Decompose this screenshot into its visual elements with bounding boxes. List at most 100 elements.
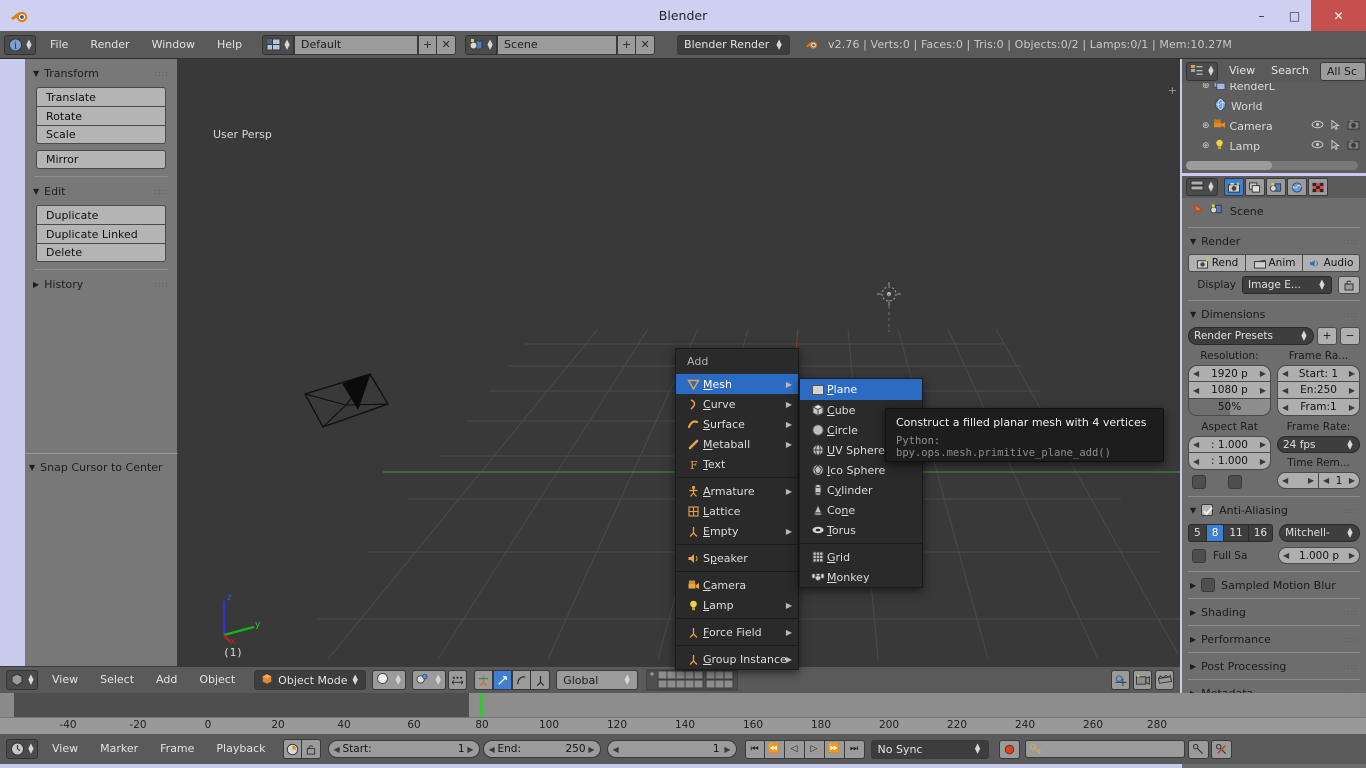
properties-panel[interactable]: Scene ▼ Render :::: Rend Anim Audio Disp… — [1182, 198, 1366, 768]
left-arrow-icon[interactable]: ◀ — [1282, 369, 1288, 378]
left-arrow-icon[interactable]: ◀ — [1323, 476, 1329, 485]
transform-orientation-dropdown[interactable]: Global ▲ ▼ — [556, 670, 639, 690]
resolution-y-field[interactable]: ◀ 1080 p ▶ — [1188, 382, 1271, 399]
translate-manipulator-button[interactable] — [474, 670, 494, 690]
current-frame-field[interactable]: ◀ 1 ▶ — [606, 740, 737, 758]
add-render-border-button[interactable] — [1133, 670, 1152, 690]
scene-dropdown[interactable]: Scene — [497, 34, 618, 55]
left-arrow-icon[interactable]: ◀ — [489, 745, 495, 754]
left-arrow-icon[interactable]: ◀ — [1283, 551, 1289, 560]
left-arrow-icon[interactable]: ◀ — [1193, 369, 1199, 378]
properties-editor-type-selector[interactable]: ▲ ▼ — [1186, 178, 1218, 196]
menu-window[interactable]: Window — [141, 35, 206, 55]
renderability-camera-icon[interactable] — [1347, 139, 1360, 154]
left-arrow-icon[interactable]: ◀ — [1282, 403, 1288, 412]
outliner-row-renderlayer[interactable]: ⊕ RenderL — [1182, 83, 1366, 96]
visibility-eye-icon[interactable] — [1311, 119, 1324, 134]
outliner-tree[interactable]: ⊕ RenderL World ⊕ Camera ⊕ Lamp — [1182, 83, 1366, 173]
tool-mirror-button[interactable]: Mirror — [36, 150, 166, 169]
add-menu-item-empty[interactable]: Empty ▶ — [676, 521, 798, 541]
panel-header-dimensions[interactable]: ▼ Dimensions :::: — [1182, 304, 1366, 324]
scene-icon-button[interactable]: ▲ ▼ — [465, 34, 498, 55]
render-presets-dropdown[interactable]: Render Presets ▲ ▼ — [1188, 327, 1314, 345]
panel-header-performance[interactable]: ▶ Performance :::: — [1182, 629, 1366, 649]
panel-header-snap-cursor[interactable]: ▼ Snap Cursor to Center — [25, 458, 177, 476]
mesh-item-ico-sphere[interactable]: Ico Sphere — [800, 460, 922, 480]
aa-samples-16[interactable]: 16 — [1248, 524, 1274, 542]
frame-step-field[interactable]: ◀ Fram:1 ▶ — [1277, 399, 1360, 416]
camera-object[interactable] — [295, 349, 425, 459]
add-menu-item-metaball[interactable]: Metaball ▶ — [676, 434, 798, 454]
lock-interface-button[interactable] — [1338, 276, 1360, 294]
tool-scale-button[interactable]: Scale — [36, 125, 166, 144]
tool-delete-button[interactable]: Delete — [36, 243, 166, 262]
timeline-editor-type-selector[interactable]: ▲ ▼ — [6, 739, 38, 759]
snap-toggle-button[interactable] — [1111, 670, 1130, 690]
menu-render[interactable]: Render — [79, 35, 140, 55]
insert-keyframe-button[interactable] — [1187, 739, 1209, 759]
add-menu[interactable]: Add Mesh ▶ Curve ▶ Surface ▶ Metaball ▶ … — [675, 348, 799, 670]
render-engine-dropdown[interactable]: Blender Render ▲ ▼ — [677, 34, 791, 55]
full-sample-checkbox[interactable] — [1192, 548, 1206, 563]
aspect-y-field[interactable]: ◀: 1.000 ▶ — [1188, 453, 1271, 470]
viewport-menu-object[interactable]: Object — [188, 670, 246, 690]
selectability-cursor-icon[interactable] — [1331, 139, 1340, 154]
screen-layout-dropdown[interactable]: Default — [294, 34, 419, 55]
left-arrow-icon[interactable]: ◀ — [1282, 476, 1288, 485]
add-preset-button[interactable]: + — [1317, 327, 1337, 345]
expand-icon[interactable]: ⊕ — [1202, 141, 1210, 151]
interaction-mode-dropdown[interactable]: Object Mode ▲ ▼ — [254, 670, 367, 690]
render-opengl-button[interactable] — [1155, 670, 1174, 690]
add-screen-layout-button[interactable]: + — [418, 34, 438, 55]
left-arrow-icon[interactable]: ◀ — [1193, 457, 1199, 466]
timeline-track[interactable] — [14, 693, 1360, 717]
mesh-item-cylinder[interactable]: Cylinder — [800, 480, 922, 500]
add-menu-item-curve[interactable]: Curve ▶ — [676, 394, 798, 414]
panel-header-render[interactable]: ▼ Render :::: — [1182, 231, 1366, 251]
panel-header-post-processing[interactable]: ▶ Post Processing :::: — [1182, 656, 1366, 676]
minimize-button[interactable]: – — [1245, 0, 1278, 31]
left-arrow-icon[interactable]: ◀ — [613, 745, 619, 754]
right-arrow-icon[interactable]: ▶ — [1349, 369, 1355, 378]
outliner-menu-search[interactable]: Search — [1263, 61, 1317, 81]
resolution-x-field[interactable]: ◀ 1920 p ▶ — [1188, 365, 1271, 382]
timeline-menu-marker[interactable]: Marker — [89, 739, 149, 759]
menu-file[interactable]: File — [39, 35, 79, 55]
frame-end-field[interactable]: ◀ En:250 ▶ — [1277, 382, 1360, 399]
manipulator-toggle-button[interactable] — [448, 670, 468, 690]
motion-blur-checkbox[interactable] — [1201, 578, 1216, 592]
play-button[interactable]: ▷ — [804, 739, 825, 759]
viewport-menu-add[interactable]: Add — [145, 670, 188, 690]
add-menu-item-text[interactable]: F Text — [676, 454, 798, 474]
delete-screen-layout-button[interactable]: ✕ — [437, 34, 457, 55]
mesh-item-torus[interactable]: Torus — [800, 520, 922, 540]
outliner-row-lamp[interactable]: ⊕ Lamp — [1182, 136, 1366, 156]
timeline-playhead[interactable] — [479, 693, 483, 717]
panel-header-sampled-motion-blur[interactable]: ▶ Sampled Motion Blur — [1182, 575, 1366, 595]
jump-forward-keyframe-button[interactable]: ⏩ — [824, 739, 845, 759]
right-arrow-icon[interactable]: ▶ — [1308, 476, 1314, 485]
renderability-camera-icon[interactable] — [1347, 119, 1360, 134]
close-button[interactable]: ✕ — [1311, 0, 1366, 31]
right-arrow-icon[interactable]: ▶ — [467, 745, 473, 754]
panel-header-antialiasing[interactable]: ▼ Anti-Aliasing :::: — [1182, 500, 1366, 520]
add-menu-item-group-instance[interactable]: Group Instance ▶ — [676, 649, 798, 669]
screen-layout-icon-button[interactable]: ▲ ▼ — [262, 34, 295, 55]
outliner-editor-type-selector[interactable]: ▲ ▼ — [1186, 61, 1218, 81]
panel-header-shading[interactable]: ▶ Shading :::: — [1182, 602, 1366, 622]
jump-back-keyframe-button[interactable]: ⏪ — [764, 739, 785, 759]
display-mode-dropdown[interactable]: Image E... ▲ ▼ — [1242, 276, 1332, 294]
tool-translate-button[interactable]: Translate — [36, 87, 166, 106]
keying-set-field[interactable] — [1024, 740, 1185, 758]
frame-start-field[interactable]: ◀ Start: 1 ▶ — [327, 740, 480, 758]
play-reverse-button[interactable]: ◁ — [784, 739, 805, 759]
right-arrow-icon[interactable]: ▶ — [1349, 476, 1355, 485]
render-animation-button[interactable]: Anim — [1246, 254, 1303, 272]
right-arrow-icon[interactable]: ▶ — [1260, 440, 1266, 449]
left-arrow-icon[interactable]: ◀ — [1193, 386, 1199, 395]
aa-filter-dropdown[interactable]: Mitchell- ▲ ▼ — [1279, 524, 1360, 542]
timeline-menu-view[interactable]: View — [41, 739, 89, 759]
render-image-button[interactable]: Rend — [1188, 254, 1246, 272]
left-arrow-icon[interactable]: ◀ — [334, 745, 340, 754]
delete-keyframe-button[interactable] — [1210, 739, 1232, 759]
